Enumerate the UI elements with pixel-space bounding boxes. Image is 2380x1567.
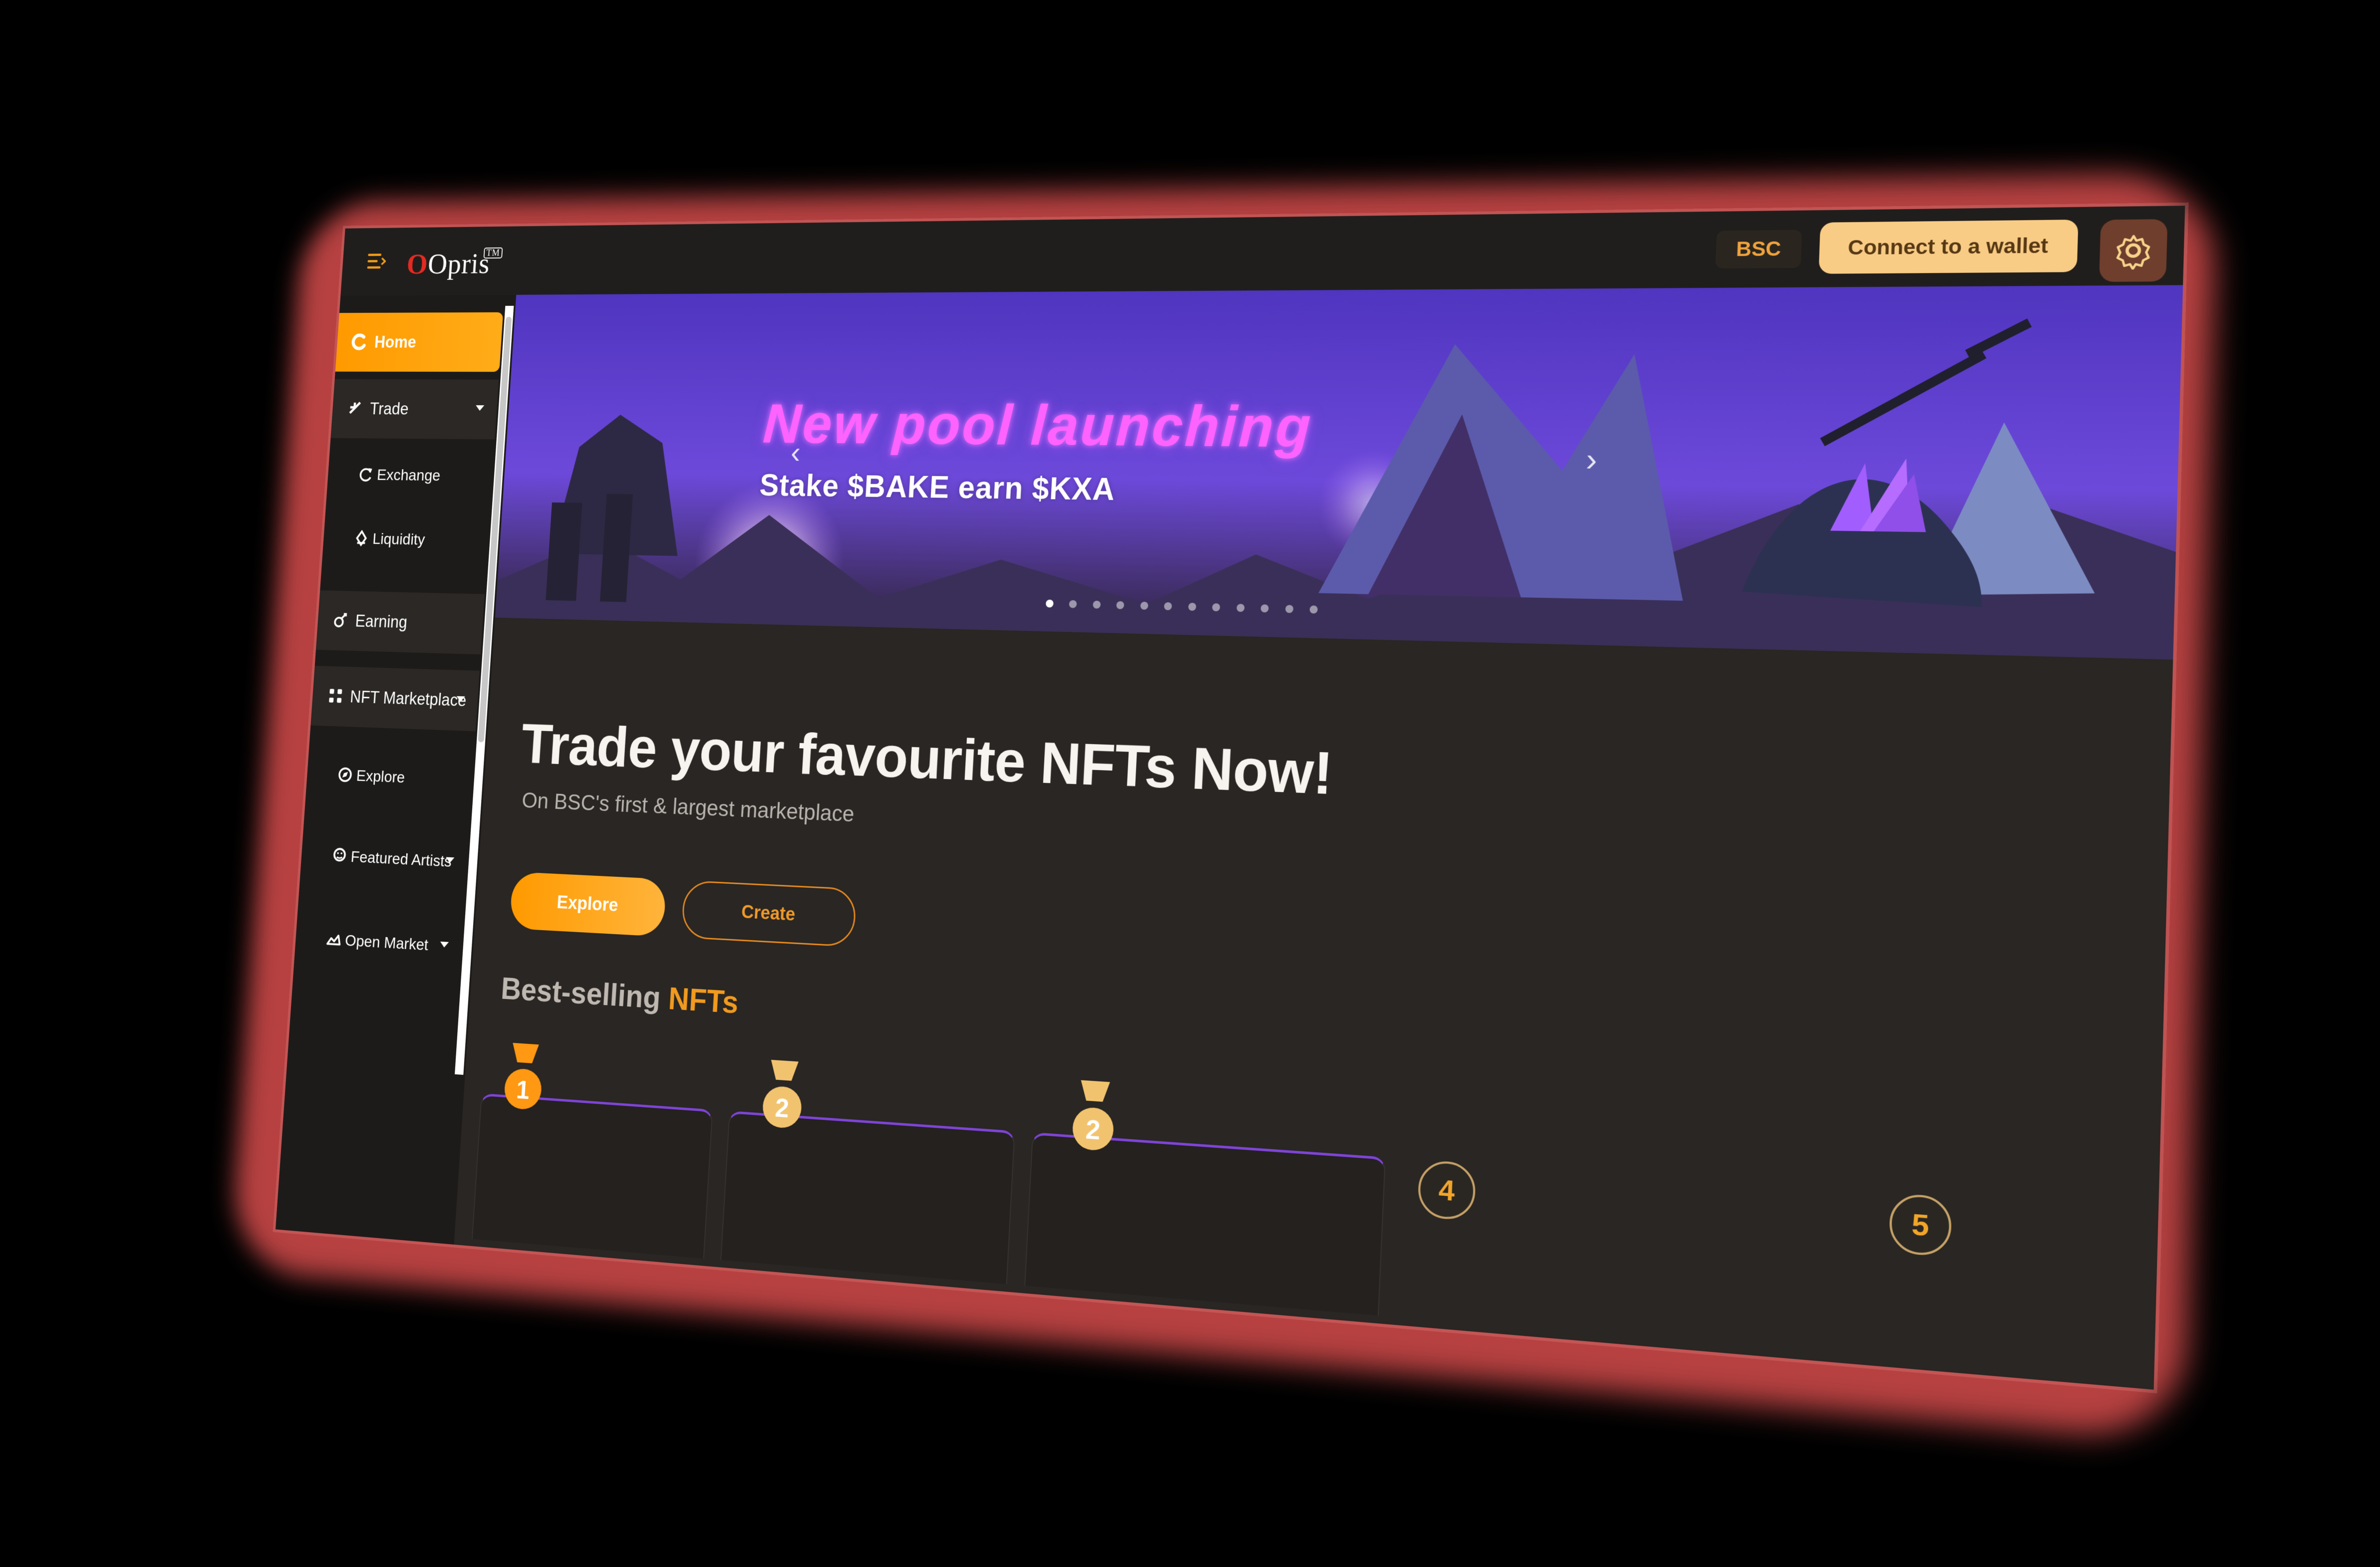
app-screen: OOpris TM BSC Connect to a wallet Home T… <box>275 206 2185 1390</box>
sidebar-item-nft-marketplace[interactable]: NFT Marketplace <box>310 666 480 732</box>
pagination-dot[interactable] <box>1236 603 1245 612</box>
trademark-mark: TM <box>483 247 503 259</box>
sidebar-item-home[interactable]: Home <box>335 312 504 372</box>
earning-icon <box>331 610 350 630</box>
pagination-dot[interactable] <box>1069 600 1077 608</box>
perspective-screen-wrapper: OOpris TM BSC Connect to a wallet Home T… <box>275 206 2185 1390</box>
best-selling-title-part-2: NFTs <box>667 981 740 1020</box>
promo-banner[interactable]: New pool launching Stake $BAKE earn $KXA… <box>495 285 2183 660</box>
best-selling-title-part-1: Best-selling <box>500 971 662 1016</box>
rank-badge-2: 2 <box>755 1059 810 1136</box>
sidebar-item-trade[interactable]: Trade <box>330 379 499 440</box>
screenshot-stage: OOpris TM BSC Connect to a wallet Home T… <box>0 0 2380 1567</box>
pagination-dot[interactable] <box>1285 605 1293 613</box>
opris-logo[interactable]: OOpris TM <box>405 247 503 281</box>
settings-button[interactable] <box>2099 219 2168 282</box>
sidebar-item-label: Open Market <box>344 931 429 954</box>
sidebar-item-featured-artists[interactable]: Featured Artists <box>299 824 469 893</box>
pagination-dot[interactable] <box>1093 600 1101 609</box>
sidebar-item-label: Exchange <box>376 466 441 485</box>
chevron-down-icon <box>456 696 465 702</box>
menu-icon[interactable] <box>367 253 386 270</box>
chevron-down-icon <box>445 857 455 863</box>
banner-prev-arrow[interactable]: ‹ <box>790 435 801 470</box>
sidebar-item-liquidity[interactable]: Liquidity <box>321 509 490 571</box>
home-icon <box>351 332 369 351</box>
network-badge[interactable]: BSC <box>1715 230 1802 268</box>
sidebar-item-label: Earning <box>354 611 408 632</box>
sidebar-item-label: NFT Marketplace <box>349 687 467 710</box>
banner-title: New pool launching <box>761 393 1314 460</box>
market-icon <box>324 929 343 950</box>
explore-icon <box>336 765 355 784</box>
rank-badge-1: 1 <box>497 1042 550 1117</box>
sidebar-item-earning[interactable]: Earning <box>315 590 485 655</box>
logo-text: Opris <box>427 247 491 280</box>
chevron-down-icon <box>475 405 485 411</box>
sidebar-item-label: Home <box>373 332 417 351</box>
connect-wallet-button[interactable]: Connect to a wallet <box>1818 219 2079 274</box>
banner-background-art <box>495 285 2183 660</box>
rank-card[interactable] <box>720 1110 1015 1285</box>
trade-icon <box>346 399 364 418</box>
pagination-dot[interactable] <box>1260 604 1269 613</box>
sidebar-item-label: Explore <box>355 767 406 786</box>
pagination-dot[interactable] <box>1116 601 1125 609</box>
gear-icon <box>2112 232 2154 270</box>
rank-number: 1 <box>515 1075 531 1105</box>
liquidity-icon <box>352 528 371 548</box>
explore-button[interactable]: Explore <box>509 871 667 937</box>
sidebar-item-open-market[interactable]: Open Market <box>294 907 463 978</box>
sidebar-item-label: Featured Artists <box>350 848 452 871</box>
chevron-down-icon <box>440 941 449 948</box>
rank-badge-3: 2 <box>1065 1079 1123 1159</box>
banner-subtitle: Stake $BAKE earn $KXA <box>758 468 1116 507</box>
grid-icon <box>329 689 342 703</box>
rank-card[interactable] <box>472 1093 713 1259</box>
pagination-dot[interactable] <box>1140 601 1149 610</box>
exchange-icon <box>356 465 375 484</box>
main-content: New pool launching Stake $BAKE earn $KXA… <box>454 285 2183 1390</box>
artist-icon <box>330 845 349 866</box>
pagination-dot[interactable] <box>1309 605 1318 614</box>
sidebar-item-exchange[interactable]: Exchange <box>326 445 494 506</box>
rank-number: 2 <box>1085 1114 1101 1146</box>
banner-next-arrow[interactable]: › <box>1585 441 1598 479</box>
sidebar-item-label: Trade <box>369 399 409 418</box>
hero-subtitle: On BSC's first & largest marketplace <box>521 787 855 827</box>
pagination-dot[interactable] <box>1212 603 1220 612</box>
sidebar-item-explore[interactable]: Explore <box>305 744 474 810</box>
sidebar-item-label: Liquidity <box>372 530 426 549</box>
rank-number: 2 <box>774 1093 790 1123</box>
create-button[interactable]: Create <box>681 880 857 947</box>
pagination-dot[interactable] <box>1045 599 1054 608</box>
rank-circle-4: 4 <box>1417 1159 1477 1221</box>
rank-card[interactable] <box>1024 1132 1386 1316</box>
best-selling-title: Best-selling NFTs <box>500 971 740 1021</box>
logo-letter-o: O <box>405 248 429 280</box>
pagination-dot[interactable] <box>1164 602 1173 610</box>
pagination-dot[interactable] <box>1188 602 1196 611</box>
rank-circle-5: 5 <box>1888 1193 1952 1258</box>
